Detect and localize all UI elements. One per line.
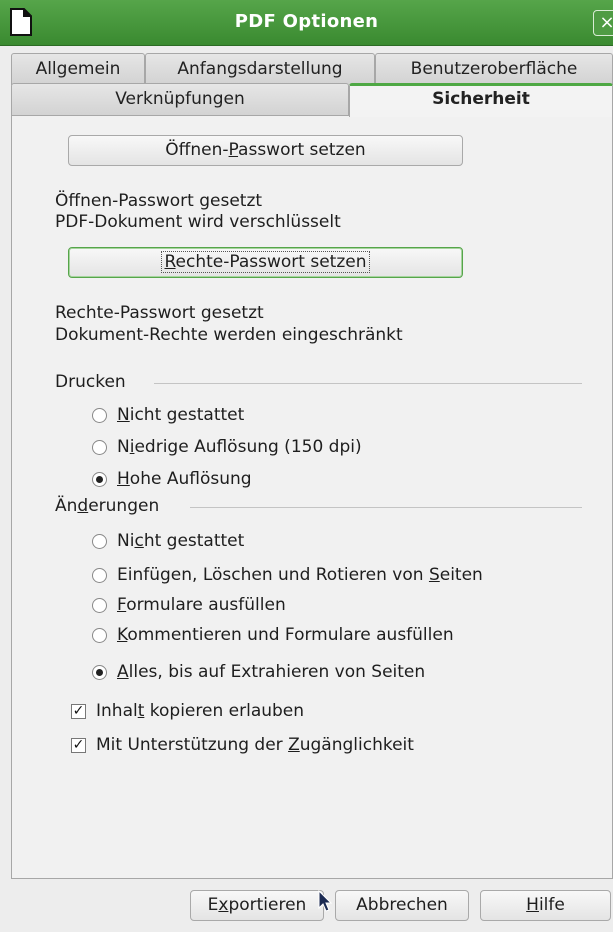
printing-divider [154,383,582,384]
close-icon: × [599,12,613,33]
changes-section-label: Änderungen [55,496,160,516]
tab-row-bottom: Verknüpfungen Sicherheit [11,83,613,117]
changes-not-allowed-option[interactable]: Nicht gestattet [92,529,244,553]
set-rights-password-button[interactable]: Rechte-Passwort setzen [68,247,463,278]
cancel-button[interactable]: Abbrechen [335,890,469,921]
rights-password-status-line1: Rechte-Passwort gesetzt [55,303,264,323]
tab-allgemein[interactable]: Allgemein [11,53,145,85]
title-bar: PDF Optionen × [0,0,613,46]
set-open-password-button[interactable]: Öffnen-Passwort setzen [68,135,463,166]
printing-section-label: Drucken [55,372,126,392]
accessibility-support-checkbox-row[interactable]: ✓ Mit Unterstützung der Zugänglichkeit [71,733,414,757]
mouse-cursor-icon [318,890,332,912]
radio-button[interactable] [92,439,107,455]
help-button[interactable]: Hilfe [480,890,611,921]
export-button[interactable]: Exportieren [190,890,324,921]
close-button[interactable]: × [593,10,613,36]
tab-benutzeroberflaeche[interactable]: Benutzeroberfläche [375,53,613,85]
radio-button[interactable] [92,627,107,643]
tab-anfangsdarstellung[interactable]: Anfangsdarstellung [145,53,375,85]
open-password-status-line2: PDF-Dokument wird verschlüsselt [55,212,341,232]
radio-button[interactable] [92,407,107,423]
window-title: PDF Optionen [234,11,379,32]
open-password-status-line1: Öffnen-Passwort gesetzt [55,191,263,211]
tab-verknuepfungen[interactable]: Verknüpfungen [11,83,349,116]
print-not-allowed-option[interactable]: Nicht gestattet [92,403,244,427]
radio-button-selected[interactable] [92,664,107,680]
changes-all-except-extract-option[interactable]: Alles, bis auf Extrahieren von Seiten [92,660,425,684]
radio-button[interactable] [92,597,107,613]
allow-copy-content-checkbox-row[interactable]: ✓ Inhalt kopieren erlauben [71,699,304,723]
radio-button[interactable] [92,567,107,583]
changes-comment-and-forms-option[interactable]: Kommentieren und Formulare ausfüllen [92,623,454,647]
radio-button[interactable] [92,533,107,549]
checkbox[interactable]: ✓ [71,703,86,719]
tab-sicherheit[interactable]: Sicherheit [349,83,613,117]
changes-insert-delete-rotate-option[interactable]: Einfügen, Löschen und Rotieren von Seite… [92,563,483,587]
print-low-resolution-option[interactable]: Niedrige Auflösung (150 dpi) [92,435,362,459]
changes-divider [190,507,582,508]
checkbox[interactable]: ✓ [71,737,86,753]
radio-button-selected[interactable] [92,471,107,487]
rights-password-status-line2: Dokument-Rechte werden eingeschränkt [55,325,403,345]
tab-row-top: Allgemein Anfangsdarstellung Benutzerobe… [11,53,613,85]
changes-fill-forms-option[interactable]: Formulare ausfüllen [92,593,286,617]
print-high-resolution-option[interactable]: Hohe Auflösung [92,467,252,491]
